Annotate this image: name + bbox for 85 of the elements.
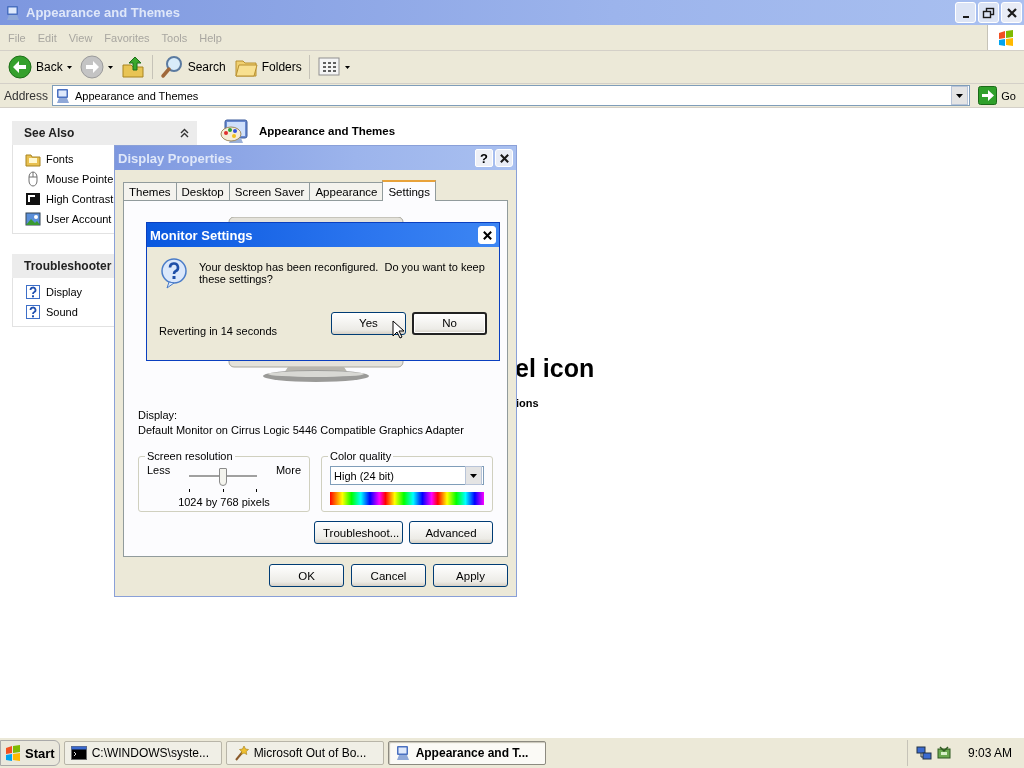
address-label: Address: [4, 88, 49, 103]
panel-link[interactable]: User Account: [25, 211, 196, 227]
help-icon: [25, 304, 41, 320]
console-icon: [70, 745, 87, 761]
slider-thumb[interactable]: [219, 468, 228, 486]
back-icon: [8, 55, 32, 79]
go-button[interactable]: Go: [974, 86, 1020, 105]
chevron-icon[interactable]: [180, 128, 189, 138]
start-button[interactable]: Start: [0, 740, 60, 766]
dialog-title: Display Properties: [118, 150, 233, 166]
control-panel-icon: [394, 745, 411, 761]
user-picture-icon: [25, 211, 41, 227]
dialog-button[interactable]: OK: [269, 564, 344, 587]
category-heading: Appearance and Themes: [259, 125, 396, 137]
dialog-button[interactable]: Yes: [331, 311, 406, 335]
wand-icon: [232, 745, 249, 761]
search-button[interactable]: Search: [155, 53, 230, 81]
dialog-button[interactable]: Troubleshoot...: [314, 521, 403, 544]
dialog-button[interactable]: Cancel: [351, 564, 426, 587]
resolution-value: 1024 by 768 pixels: [177, 496, 271, 508]
control-panel-icon: [5, 4, 21, 21]
close-icon: [1005, 6, 1018, 19]
minimize-button[interactable]: [955, 2, 976, 23]
tab[interactable]: Desktop: [175, 182, 230, 200]
dialog-button[interactable]: Advanced: [409, 521, 493, 544]
help-button[interactable]: ?: [475, 149, 493, 167]
color-quality-dropdown[interactable]: High (24 bit): [330, 466, 484, 485]
fonts-folder-icon: [25, 151, 41, 167]
tab[interactable]: Screen Saver: [228, 182, 311, 200]
tab[interactable]: Themes: [123, 182, 177, 200]
address-value: Appearance and Themes: [75, 89, 200, 102]
tab[interactable]: Appearance: [309, 182, 384, 200]
countdown-text: Reverting in 14 seconds: [159, 325, 278, 337]
taskbar-button[interactable]: Microsoft Out of Bo...: [225, 741, 384, 765]
search-icon: [159, 55, 184, 79]
dropdown-button[interactable]: [465, 466, 482, 485]
close-button[interactable]: [495, 149, 513, 167]
views-icon: [316, 55, 341, 79]
taskbar-button[interactable]: Appearance and T...: [387, 741, 546, 765]
back-button[interactable]: Back: [4, 53, 76, 81]
panel-title: See Also: [24, 126, 75, 140]
close-button[interactable]: [478, 226, 496, 244]
restore-button[interactable]: [978, 2, 999, 23]
restore-icon: [982, 6, 995, 19]
panel-link[interactable]: Display: [25, 284, 196, 300]
clock: 9:03 AM: [967, 746, 1012, 760]
minimize-icon: [962, 15, 969, 18]
close-button[interactable]: [1001, 2, 1022, 23]
tab[interactable]: Settings: [382, 180, 436, 201]
folders-button[interactable]: Folders: [229, 53, 306, 81]
slider-max-label: More: [275, 464, 301, 476]
group-label: Color quality: [329, 450, 393, 462]
dialog-title: Monitor Settings: [150, 227, 253, 243]
taskbar-button[interactable]: C:\WINDOWS\syste...: [63, 741, 222, 765]
address-field[interactable]: Appearance and Themes: [52, 85, 971, 106]
contrast-icon: [25, 191, 41, 207]
panel-link[interactable]: Sound: [25, 304, 196, 320]
field-label: Display:: [138, 409, 179, 421]
message-text: Your desktop has been reconfigured. Do you want to keep these settings?: [199, 261, 486, 287]
window-title: Appearance and Themes: [26, 5, 180, 20]
dialog-button[interactable]: No: [412, 311, 487, 335]
mouse-icon: [25, 171, 41, 187]
slider-min-label: Less: [147, 464, 171, 476]
display-adapter-text: Default Monitor on Cirrus Logic 5446 Compatible Graphics Adapter: [138, 424, 465, 436]
question-icon: [159, 257, 189, 291]
task-link[interactable]: ions: [516, 397, 1024, 409]
network-icon: [915, 745, 932, 761]
close-icon: [498, 152, 510, 164]
caret-icon: [470, 473, 477, 478]
dropdown-button[interactable]: [951, 86, 969, 105]
page-heading: el icon: [515, 354, 596, 383]
cursor-icon: [392, 320, 405, 339]
close-icon: [481, 229, 493, 241]
forward-icon: [79, 55, 104, 79]
windows-flag-icon: [996, 27, 1016, 48]
caret-icon: [956, 93, 964, 98]
palette-monitor-icon: [219, 116, 251, 146]
up-folder-icon: [120, 55, 145, 79]
help-icon: [25, 284, 41, 300]
group-label: Screen resolution: [146, 450, 234, 462]
tray-device-icon: [935, 745, 952, 761]
dialog-button[interactable]: Apply: [433, 564, 508, 587]
panel-title: Troubleshooter: [24, 259, 112, 273]
control-panel-icon: [55, 87, 72, 104]
windows-flag-icon: [3, 743, 23, 763]
